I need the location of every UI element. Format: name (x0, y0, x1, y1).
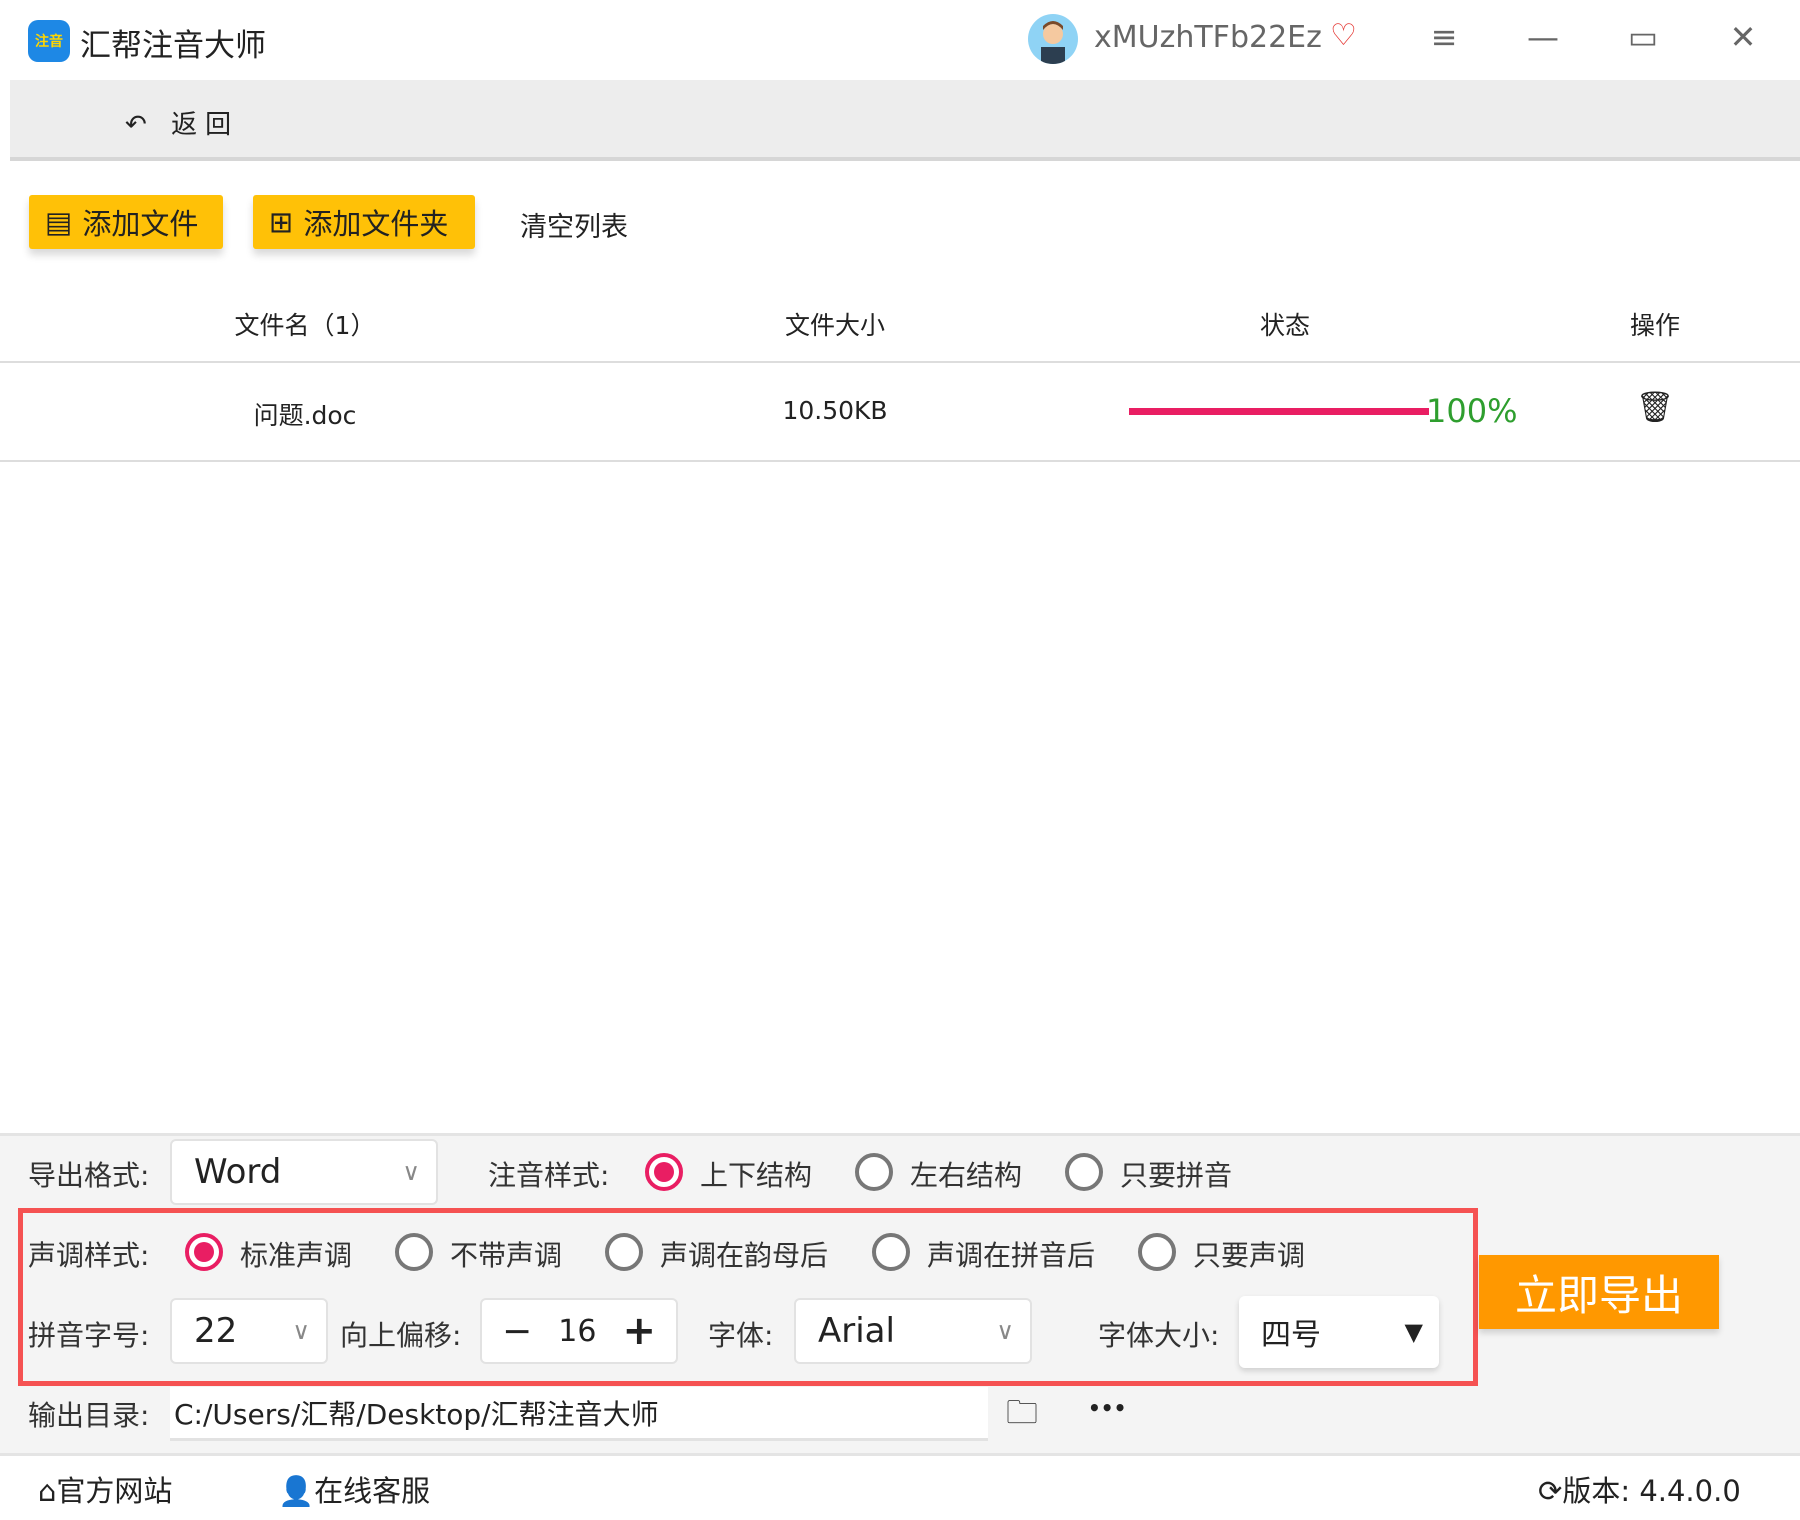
radio-tone-standard[interactable] (185, 1233, 223, 1271)
divider (0, 361, 1800, 363)
nav-bar (10, 80, 1800, 161)
file-size: 10.50KB (782, 396, 888, 425)
footer (0, 1453, 1800, 1520)
tone-style-label: 声调样式: (28, 1239, 150, 1272)
username[interactable]: xMUzhTFb22Ez (1094, 20, 1322, 55)
add-file-button[interactable]: ▤ 添加文件 (29, 195, 223, 249)
back-button[interactable]: ↶ 返回 (125, 104, 239, 141)
home-icon: ⌂ (38, 1474, 57, 1508)
progress-label: 100% (1426, 392, 1518, 430)
radio-annotation-pinyin-only[interactable] (1065, 1153, 1103, 1191)
output-dir-label: 输出目录: (28, 1399, 150, 1432)
font-label: 字体: (708, 1319, 774, 1352)
user-icon: 👤 (278, 1474, 315, 1508)
radio-label: 上下结构 (700, 1159, 813, 1192)
minus-button[interactable]: − (502, 1311, 532, 1352)
offset-stepper[interactable]: − 16 + (480, 1298, 678, 1364)
menu-icon[interactable]: ≡ (1419, 18, 1469, 56)
radio-label: 不带声调 (450, 1239, 563, 1272)
radio-label: 左右结构 (910, 1159, 1023, 1192)
divider (0, 460, 1800, 462)
folder-open-icon[interactable]: 🗀 (1006, 1390, 1038, 1444)
file-icon: ▤ (45, 205, 73, 239)
chevron-down-icon: ∨ (402, 1158, 420, 1186)
font-size-label: 字体大小: (1098, 1319, 1220, 1352)
header-actions: 操作 (1629, 311, 1680, 340)
radio-tone-only[interactable] (1138, 1233, 1176, 1271)
website-link[interactable]: ⌂官方网站 (38, 1468, 172, 1510)
pinyin-size-label: 拼音字号: (28, 1319, 150, 1352)
font-select[interactable]: Arial ∨ (794, 1298, 1032, 1364)
maximize-icon[interactable]: ▭ (1618, 18, 1668, 56)
refresh-icon: ⟳ (1538, 1474, 1563, 1508)
more-button[interactable]: ••• (1088, 1396, 1126, 1420)
folder-add-icon: ⊞ (269, 205, 294, 239)
version-info[interactable]: ⟳版本: 4.4.0.0 (1538, 1468, 1741, 1510)
app-logo: 注音 (28, 20, 70, 62)
radio-label: 声调在韵母后 (660, 1239, 829, 1272)
export-button[interactable]: 立即导出 (1479, 1255, 1719, 1329)
radio-tone-none[interactable] (395, 1233, 433, 1271)
add-folder-button[interactable]: ⊞ 添加文件夹 (253, 195, 475, 249)
trash-icon[interactable]: 🗑 (1630, 390, 1680, 425)
radio-annotation-top-bottom[interactable] (645, 1153, 683, 1191)
header-filesize: 文件大小 (784, 311, 885, 340)
back-icon: ↶ (125, 110, 172, 140)
offset-label: 向上偏移: (340, 1319, 462, 1352)
support-link[interactable]: 👤在线客服 (278, 1468, 430, 1510)
radio-tone-after-final[interactable] (605, 1233, 643, 1271)
radio-annotation-left-right[interactable] (855, 1153, 893, 1191)
chevron-down-icon: ∨ (996, 1317, 1014, 1345)
offset-value[interactable]: 16 (558, 1314, 596, 1349)
font-size-select[interactable]: 四号 ▼ (1239, 1296, 1439, 1368)
radio-label: 声调在拼音后 (927, 1239, 1096, 1272)
avatar-icon (1041, 21, 1065, 64)
export-format-label: 导出格式: (28, 1159, 150, 1192)
plus-button[interactable]: + (622, 1308, 656, 1354)
radio-label: 只要声调 (1193, 1239, 1306, 1272)
clear-list-button[interactable]: 清空列表 (520, 205, 628, 244)
minimize-icon[interactable]: — (1518, 18, 1568, 56)
output-dir-input[interactable]: C:/Users/汇帮/Desktop/汇帮注音大师 (170, 1387, 988, 1441)
close-icon[interactable]: ✕ (1718, 18, 1768, 56)
user-avatar[interactable] (1028, 14, 1078, 64)
header-filename: 文件名（1） (234, 311, 376, 340)
annotation-style-label: 注音样式: (488, 1159, 610, 1192)
file-name: 问题.doc (253, 401, 357, 430)
radio-label: 只要拼音 (1120, 1159, 1233, 1192)
export-format-select[interactable]: Word ∨ (170, 1139, 438, 1205)
app-title: 汇帮注音大师 (80, 28, 266, 64)
radio-tone-after-pinyin[interactable] (872, 1233, 910, 1271)
vip-icon[interactable]: ♡ (1330, 18, 1357, 53)
chevron-down-icon: ∨ (292, 1317, 310, 1345)
progress-bar (1129, 408, 1429, 415)
header-status: 状态 (1259, 311, 1310, 340)
caret-down-icon: ▼ (1404, 1318, 1423, 1346)
pinyin-size-select[interactable]: 22 ∨ (170, 1298, 328, 1364)
radio-label: 标准声调 (240, 1239, 353, 1272)
